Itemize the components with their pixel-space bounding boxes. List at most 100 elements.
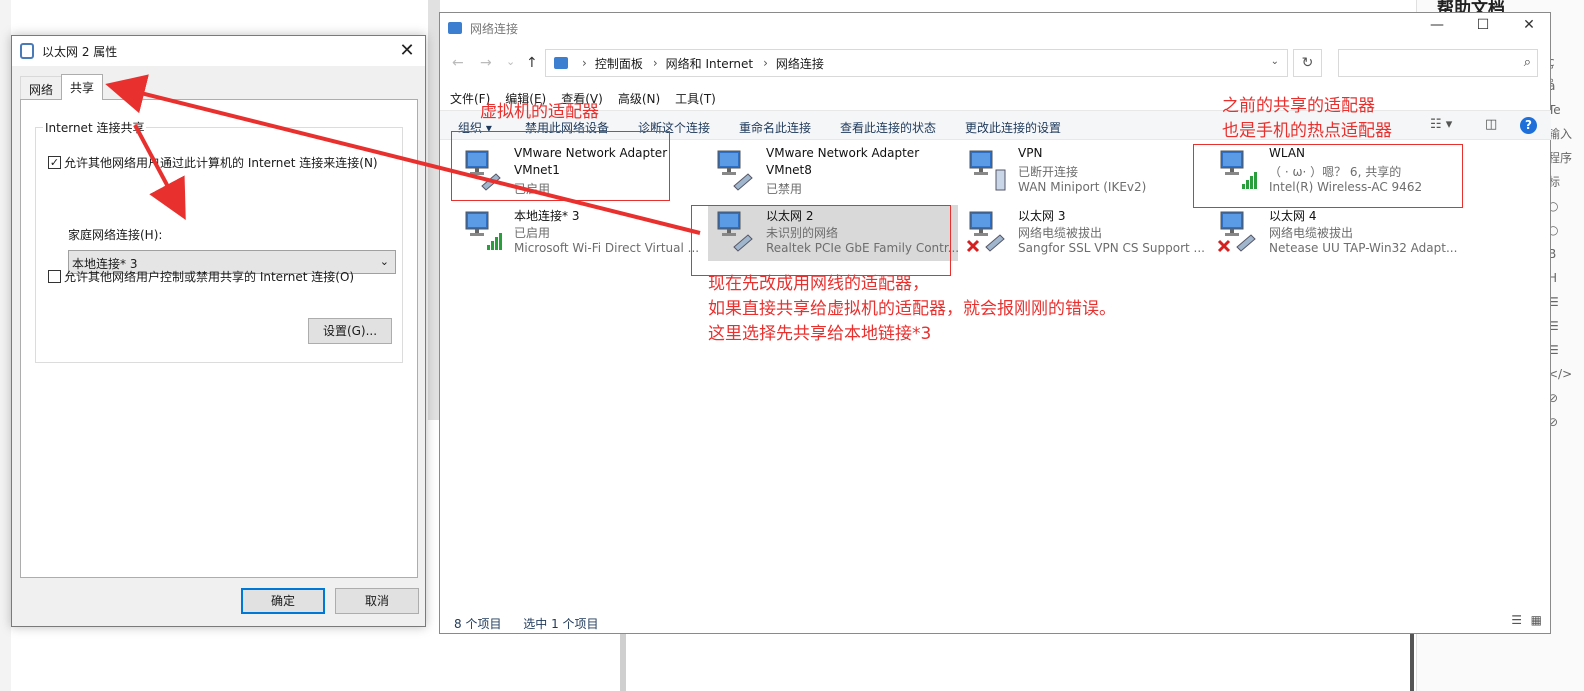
background-side-glyph: Te [1548,103,1561,117]
network-folder-icon [448,22,462,34]
breadcrumb-network-connections[interactable]: 网络连接 [776,55,824,72]
cancel-button[interactable]: 取消 [335,588,419,614]
refresh-icon[interactable]: ↻ [1293,49,1322,77]
connection-item[interactable]: VMware Network Adapter VMnet8 已禁用 [708,144,958,200]
allow-share-checkbox[interactable]: ✓ [48,156,61,169]
background-scrollbar [620,634,626,691]
wlan-icon [462,209,502,253]
background-window-strip [0,0,11,691]
breadcrumb-network-internet[interactable]: 网络和 Internet [666,55,753,72]
background-side-glyph: ⊘ [1548,391,1559,405]
connection-item[interactable]: VPN 已断开连接 WAN Miniport (IKEv2) [960,144,1210,200]
connection-line2: 网络电缆被拔出 [1018,226,1103,240]
background-divider [1410,634,1414,691]
background-side-glyph: </> [1548,367,1573,381]
window-titlebar: 网络连接 [440,13,1550,43]
tab-sharing[interactable]: 共享 [61,74,104,100]
back-arrow-icon[interactable]: ← [452,55,464,71]
background-side-glyph: ☰ [1548,319,1559,333]
background-side-glyph: ☰ [1548,295,1559,309]
background-side-glyph: ç [1548,55,1555,69]
change-settings-button[interactable]: 更改此连接的设置 [965,119,1061,136]
annotation-prev-shared-1: 之前的共享的适配器 [1222,96,1375,116]
chevron-down-icon[interactable]: ⌄ [1271,56,1279,67]
connection-line2: 网络电缆被拔出 [1269,226,1354,240]
dialog-tabs: 网络 共享 [20,74,104,100]
annotation-note-1: 现在先改成用网线的适配器， [708,274,929,294]
background-side-glyph: ⊘ [1548,415,1559,429]
forward-arrow-icon[interactable]: → [480,55,492,71]
view-status-button[interactable]: 查看此连接的状态 [840,119,936,136]
annotation-box-ethernet2 [691,205,951,276]
address-bar[interactable]: › 控制面板 › 网络和 Internet › 网络连接 ⌄ [545,49,1288,77]
group-title: Internet 连接共享 [43,119,147,136]
up-arrow-icon[interactable]: ↑ [526,55,538,71]
network-adapter-icon [714,148,754,192]
control-panel-icon [554,57,568,69]
menu-tools[interactable]: 工具(T) [675,90,716,107]
recent-locations-icon[interactable]: ⌄ [506,55,515,68]
network-connections-window: 网络连接 — ☐ ✕ ← → ⌄ ↑ › 控制面板 › 网络和 Internet… [439,12,1551,634]
search-input[interactable]: ⌕ [1338,49,1538,77]
connection-name: VPN [1018,146,1043,160]
settings-button[interactable]: 设置(G)... [308,318,392,344]
sharing-tab-panel: Internet 连接共享 ✓ 允许其他网络用户通过此计算机的 Internet… [20,99,418,578]
connection-item[interactable]: 以太网 4 网络电缆被拔出 Netease UU TAP-Win32 Adapt..… [1211,205,1461,261]
background-side-glyph: B [1548,247,1557,261]
close-icon[interactable]: ✕ [397,40,417,61]
allow-control-row[interactable]: 允许其他网络用户控制或禁用共享的 Internet 连接(O) [48,268,354,285]
chevron-down-icon: ⌄ [379,255,389,268]
preview-pane-icon[interactable]: ◫ [1485,117,1497,132]
annotation-box-wlan [1193,144,1463,208]
change-view-icon[interactable]: ☷ ▾ [1430,117,1452,132]
connection-line2: VMnet8 [766,163,812,177]
background-side-glyph: H [1548,271,1558,285]
connection-line2: 已启用 [514,226,551,240]
connection-line3: Sangfor SSL VPN CS Support ... [1018,241,1205,255]
annotation-note-2: 如果直接共享给虚拟机的适配器，就会报刚刚的错误。 [708,299,1116,319]
tab-network[interactable]: 网络 [20,76,63,100]
details-view-icon[interactable]: ☰ [1511,613,1522,627]
rename-button[interactable]: 重命名此连接 [739,119,811,136]
connection-line3: Netease UU TAP-Win32 Adapt... [1269,241,1458,255]
annotation-note-3: 这里选择先共享给本地链接*3 [708,324,932,344]
ok-button[interactable]: 确定 [241,588,325,614]
network-adapter-icon [20,43,34,59]
background-side-glyph: 输入 [1548,127,1573,141]
connection-name: 以太网 3 [1018,209,1066,223]
connection-name: VMware Network Adapter [766,146,920,160]
connection-line2: 已断开连接 [1018,165,1079,179]
close-icon[interactable]: ✕ [1514,17,1544,33]
help-icon[interactable]: ? [1520,117,1537,134]
allow-control-checkbox[interactable] [48,270,61,283]
navigation-bar: ← → ⌄ ↑ › 控制面板 › 网络和 Internet › 网络连接 ⌄ ↻… [440,49,1552,79]
connection-item[interactable]: 本地连接* 3 已启用 Microsoft Wi-Fi Direct Virtual… [456,205,706,261]
vpn-icon [966,148,1006,192]
background-side-glyph: ○ [1548,199,1559,213]
connection-line3: 已禁用 [766,182,803,196]
allow-share-row[interactable]: ✓ 允许其他网络用户通过此计算机的 Internet 连接来连接(N) [48,154,378,171]
dialog-titlebar: 以太网 2 属性 [12,36,425,66]
annotation-box-vm-adapter [451,131,670,201]
home-network-label: 家庭网络连接(H): [68,228,163,242]
breadcrumb-separator-icon: › [582,56,587,70]
status-bar: 8 个项目 选中 1 个项目 [454,615,617,632]
window-title: 网络连接 [470,21,519,36]
ethernet-icon [966,209,1006,253]
selected-count: 选中 1 个项目 [523,617,599,631]
minimize-icon[interactable]: — [1422,17,1452,33]
connection-item[interactable]: 以太网 3 网络电缆被拔出 Sangfor SSL VPN CS Support .… [960,205,1210,261]
background-side-glyph: å [1548,79,1556,93]
background-side-toolbar: ç å Te 输入 程序标 ○ ○ B H ☰ ☰ ☰ </> ⊘ ⊘ [1548,50,1584,434]
breadcrumb-separator-icon: › [763,56,768,70]
large-icons-view-icon[interactable]: ▦ [1531,613,1542,627]
breadcrumb-control-panel[interactable]: 控制面板 [595,55,643,72]
connection-line3: WAN Miniport (IKEv2) [1018,180,1147,194]
allow-share-label: 允许其他网络用户通过此计算机的 Internet 连接来连接(N) [64,156,378,170]
background-side-glyph: 程序 [1548,151,1573,165]
background-side-glyph: 标 [1548,175,1561,189]
maximize-icon[interactable]: ☐ [1468,17,1498,33]
background-side-glyph: ☰ [1548,343,1559,357]
menu-advanced[interactable]: 高级(N) [618,90,660,107]
internet-sharing-group: Internet 连接共享 ✓ 允许其他网络用户通过此计算机的 Internet… [35,119,403,363]
